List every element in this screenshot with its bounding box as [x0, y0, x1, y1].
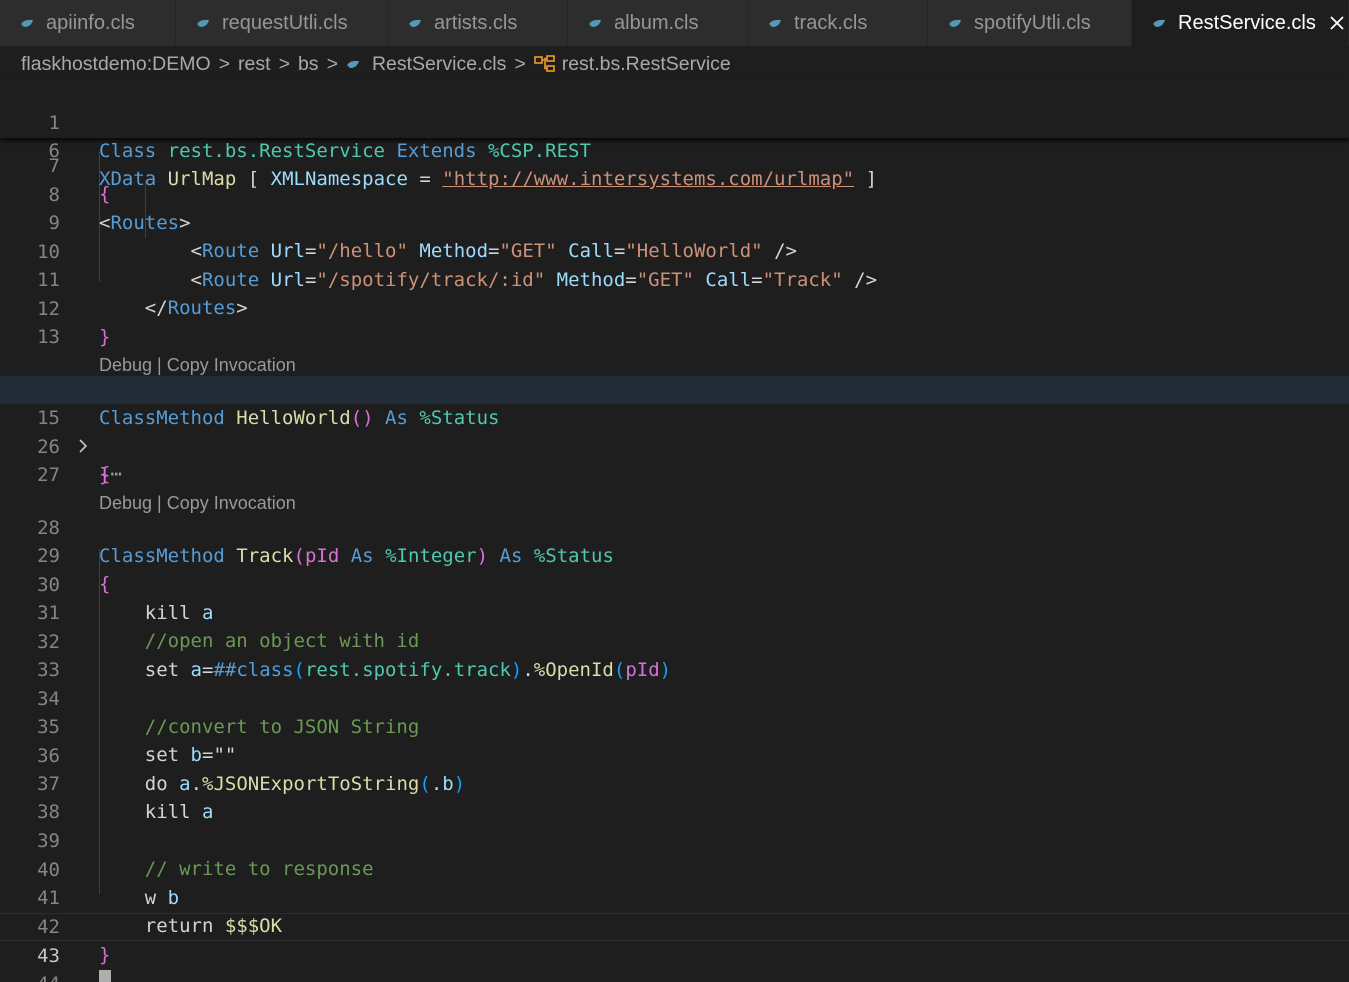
code-line: 32 set a=##class(rest.spotify.track).%Op… [0, 600, 1349, 681]
code-line: 45 [0, 970, 1349, 982]
code-line: 37 kill a [0, 742, 1349, 823]
tab-label: album.cls [614, 11, 699, 34]
file-icon [1153, 19, 1165, 27]
token: %CSP.REST [487, 140, 591, 162]
tab-bar: apiinfo.cls requestUtli.cls artists.cls … [0, 0, 1349, 46]
token: Extends [396, 140, 477, 162]
code-line: 28 ClassMethod Track(pId As %Integer) As… [0, 486, 1349, 567]
code-line: 30 kill a [0, 543, 1349, 624]
codelens-row: Debug | Copy Invocation [0, 323, 1349, 375]
code-line: 34 //convert to JSON String [0, 657, 1349, 738]
code-line: 11 </Routes> [0, 238, 1349, 319]
tab-apiinfo[interactable]: apiinfo.cls [0, 0, 176, 46]
chevron-right-icon: > [326, 52, 338, 75]
token: [ [247, 168, 260, 190]
code-line: 41 return $$$OK [0, 856, 1349, 937]
codelens-row: Debug | Copy Invocation [0, 461, 1349, 513]
code-line: 36 do a.%JSONExportToString(.b) [0, 714, 1349, 795]
code-line: 35 set b="" [0, 685, 1349, 766]
code-line: 33 [0, 628, 1349, 681]
tab-label: artists.cls [434, 11, 518, 34]
token: = [419, 168, 431, 190]
code-line: 31 //open an object with id [0, 571, 1349, 652]
code-line: 10 <Route Url="/spotify/track/:id" Metho… [0, 210, 1349, 291]
file-icon [197, 19, 209, 27]
code-line: 29 { [0, 514, 1349, 595]
file-icon [409, 19, 421, 27]
tab-album[interactable]: album.cls [568, 0, 748, 46]
close-icon[interactable] [1329, 15, 1345, 31]
code-line: 26 } [0, 405, 1349, 486]
tab-label: RestService.cls [1178, 11, 1316, 34]
token: rest.bs.RestService [167, 140, 385, 162]
breadcrumb-item[interactable]: bs [298, 53, 319, 76]
file-icon [346, 60, 359, 68]
code-line-folded: 15 {⋯ [0, 376, 1349, 485]
token: UrlMap [167, 168, 237, 190]
tab-label: requestUtli.cls [222, 11, 348, 34]
code-line: 6 XData UrlMap [ XMLNamespace = "http://… [0, 109, 1349, 190]
token: XMLNamespace [270, 168, 408, 190]
breadcrumb-item[interactable]: rest [238, 53, 271, 76]
code-line: 13 [0, 295, 1349, 348]
code-line: 38 [0, 770, 1349, 823]
code-line: 27 [0, 433, 1349, 486]
file-icon [769, 19, 781, 27]
tab-requestutli[interactable]: requestUtli.cls [176, 0, 388, 46]
line-number: 6 [48, 140, 60, 162]
tab-label: track.cls [794, 11, 868, 34]
chevron-right-icon: > [514, 52, 526, 75]
breadcrumb-item[interactable]: flaskhostdemo:DEMO [21, 53, 211, 76]
code-line-current: 43 [0, 913, 1349, 982]
code-line: 42 } [0, 885, 1349, 966]
file-icon [949, 19, 961, 27]
code-line: 39 // write to response [0, 799, 1349, 880]
tab-label: apiinfo.cls [46, 11, 135, 34]
class-symbol-icon [533, 55, 555, 72]
url-link[interactable]: "http://www.intersystems.com/urlmap" [442, 168, 854, 190]
code-line: 1 Class rest.bs.RestService Extends %CSP… [0, 81, 1349, 162]
code-editor[interactable]: 1 Class rest.bs.RestService Extends %CSP… [0, 80, 1349, 982]
file-icon [21, 19, 33, 27]
breadcrumb: flaskhostdemo:DEMO > rest > bs > RestSer… [0, 46, 1349, 82]
token: Class [99, 140, 157, 162]
breadcrumb-item[interactable]: RestService.cls [372, 53, 506, 76]
code-line: 44 } [0, 942, 1349, 982]
sticky-scroll: 1 Class rest.bs.RestService Extends %CSP… [0, 80, 1349, 190]
tab-label: spotifyUtli.cls [974, 11, 1091, 34]
file-icon [589, 19, 601, 27]
tab-track[interactable]: track.cls [748, 0, 928, 46]
chevron-right-icon: > [278, 52, 290, 75]
code-line: 12 } [0, 267, 1349, 348]
breadcrumb-item[interactable]: rest.bs.RestService [562, 53, 731, 76]
tab-artists[interactable]: artists.cls [388, 0, 568, 46]
tab-spotifyutli[interactable]: spotifyUtli.cls [928, 0, 1132, 46]
code-line: 14 ClassMethod HelloWorld() As %Status [0, 348, 1349, 429]
tab-restservice[interactable]: RestService.cls [1132, 0, 1349, 46]
chevron-right-icon: > [218, 52, 231, 75]
token: ] [865, 168, 878, 190]
code-line: 40 w b [0, 828, 1349, 909]
token: XData [99, 168, 157, 190]
